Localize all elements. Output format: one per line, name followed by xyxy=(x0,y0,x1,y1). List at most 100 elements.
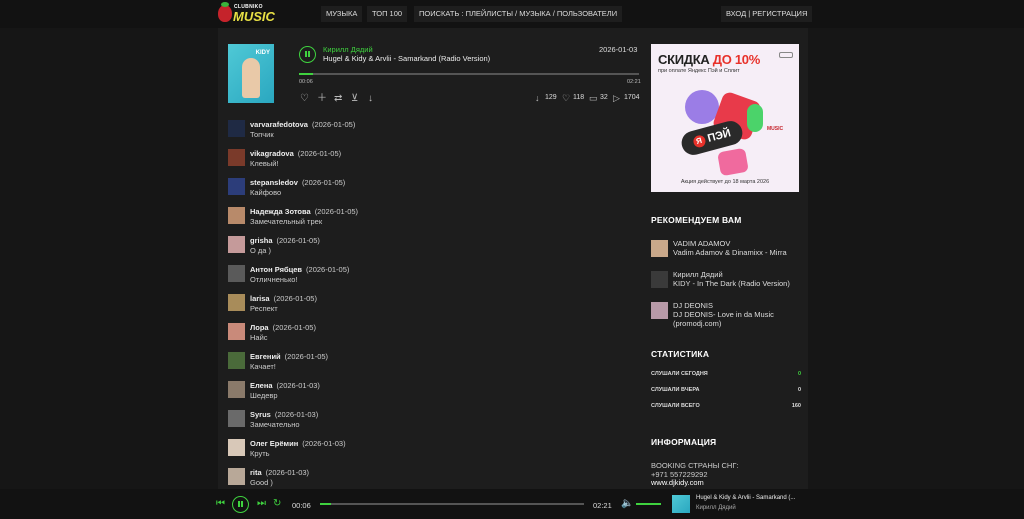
info-booking: BOOKING СТРАНЫ СНГ: xyxy=(651,461,739,470)
site-logo[interactable]: CLUBNIKO MUSIC xyxy=(218,2,275,24)
recommend-track[interactable]: DJ DEONIS- Love in da Music (promodj.com… xyxy=(673,310,798,328)
recommend-thumbnail[interactable] xyxy=(651,271,668,288)
comment-user[interactable]: Надежда Зотова xyxy=(250,207,311,216)
recommend-thumbnail[interactable] xyxy=(651,240,668,257)
user-avatar[interactable] xyxy=(228,439,245,456)
comment-user[interactable]: Елена xyxy=(250,381,273,390)
track-pause-button[interactable] xyxy=(299,46,316,63)
comment-user[interactable]: stepansledov xyxy=(250,178,298,187)
comment-author[interactable]: Syrus (2026-01-03) xyxy=(250,410,318,419)
player-artist: Кирилл Дядий xyxy=(696,505,736,511)
user-avatar[interactable] xyxy=(228,294,245,311)
plus-icon[interactable]: ＋ xyxy=(317,94,327,104)
heart-icon[interactable]: ♡ xyxy=(300,94,309,104)
recommend-artist[interactable]: Кирилл Дядий xyxy=(673,270,798,279)
player-pause-button[interactable] xyxy=(232,496,249,513)
comment-item: rita (2026-01-03) Good ) xyxy=(228,468,608,490)
comment-author[interactable]: vikagradova (2026-01-05) xyxy=(250,149,341,158)
comment-user[interactable]: Евгений xyxy=(250,352,281,361)
comment-date: (2026-01-05) xyxy=(301,178,346,187)
cart-icon[interactable]: ⊻ xyxy=(351,94,358,104)
user-avatar[interactable] xyxy=(228,381,245,398)
user-avatar[interactable] xyxy=(228,120,245,137)
repeat-icon[interactable]: ↻ xyxy=(273,499,281,509)
strawberry-icon xyxy=(218,2,232,22)
repost-icon[interactable]: ⇄ xyxy=(334,94,342,104)
comment-author[interactable]: Елена (2026-01-03) xyxy=(250,381,320,390)
comment-author[interactable]: Евгений (2026-01-05) xyxy=(250,352,328,361)
user-avatar[interactable] xyxy=(228,178,245,195)
recommend-track[interactable]: Vadim Adamov & Dinamixx - Mirra xyxy=(673,248,798,257)
download-icon[interactable]: ↓ xyxy=(368,94,373,104)
comment-author[interactable]: rita (2026-01-03) xyxy=(250,468,309,477)
comment-date: (2026-01-05) xyxy=(311,120,356,129)
comments-count-icon: ▭ xyxy=(589,93,598,103)
comment-author[interactable]: Олег Ерёмин (2026-01-03) xyxy=(250,439,346,448)
comment-user[interactable]: Олег Ерёмин xyxy=(250,439,298,448)
comment-user[interactable]: Лора xyxy=(250,323,269,332)
nav-top100[interactable]: ТОП 100 xyxy=(367,6,408,22)
nav-music[interactable]: МУЗЫКА xyxy=(321,6,363,22)
next-icon[interactable]: ⏭ xyxy=(257,499,266,509)
info-website[interactable]: www.djkidy.com xyxy=(651,478,704,487)
comment-author[interactable]: Лора (2026-01-05) xyxy=(250,323,316,332)
comment-item: larisa (2026-01-05) Респект xyxy=(228,294,608,316)
user-avatar[interactable] xyxy=(228,236,245,253)
comment-text: Замечательно xyxy=(250,420,300,429)
comment-item: grisha (2026-01-05) О да ) xyxy=(228,236,608,258)
comment-author[interactable]: grisha (2026-01-05) xyxy=(250,236,320,245)
likes-count: 118 xyxy=(573,94,585,101)
player-title: Hugel & Kidy & Arvlii - Samarkand (... xyxy=(696,495,796,501)
comment-author[interactable]: Надежда Зотова (2026-01-05) xyxy=(250,207,358,216)
comment-author[interactable]: larisa (2026-01-05) xyxy=(250,294,317,303)
plays-count-icon: ▷ xyxy=(613,93,620,103)
cover-text: KIDY xyxy=(255,50,270,56)
track-artist[interactable]: Кирилл Дядий xyxy=(323,45,373,54)
comment-user[interactable]: vikagradova xyxy=(250,149,294,158)
user-avatar[interactable] xyxy=(228,323,245,340)
recommend-artist[interactable]: DJ DEONIS xyxy=(673,301,798,310)
comment-user[interactable]: Syrus xyxy=(250,410,271,419)
comment-user[interactable]: Антон Рябцев xyxy=(250,265,302,274)
recommend-thumbnail[interactable] xyxy=(651,302,668,319)
comment-author[interactable]: Антон Рябцев (2026-01-05) xyxy=(250,265,349,274)
comment-date: (2026-01-05) xyxy=(314,207,359,216)
comment-text: Good ) xyxy=(250,478,273,487)
previous-icon[interactable]: ⏮ xyxy=(216,499,225,509)
recommend-track[interactable]: KIDY - In The Dark (Radio Version) xyxy=(673,279,798,288)
statistics-row: СЛУШАЛИ СЕГОДНЯ 0 xyxy=(651,371,801,377)
downloads-count-icon: ↓ xyxy=(535,93,540,103)
comment-author[interactable]: stepansledov (2026-01-05) xyxy=(250,178,345,187)
comment-item: Лора (2026-01-05) Найс xyxy=(228,323,608,345)
user-avatar[interactable] xyxy=(228,265,245,282)
comment-author[interactable]: varvarafedotova (2026-01-05) xyxy=(250,120,355,129)
comment-text: Кайфово xyxy=(250,188,282,197)
statistics-value: 160 xyxy=(791,403,801,409)
statistics-row: СЛУШАЛИ ВЧЕРА 0 xyxy=(651,387,801,393)
player-progress-bar[interactable] xyxy=(320,503,584,505)
ad-badge xyxy=(779,52,793,58)
user-avatar[interactable] xyxy=(228,207,245,224)
comment-user[interactable]: larisa xyxy=(250,294,270,303)
user-avatar[interactable] xyxy=(228,468,245,485)
logo-text-main: MUSIC xyxy=(233,9,275,24)
track-progress-bar[interactable] xyxy=(299,73,639,75)
recommend-artist[interactable]: VADIM ADAMOV xyxy=(673,239,798,248)
nav-auth[interactable]: ВХОД | РЕГИСТРАЦИЯ xyxy=(721,6,813,22)
comment-user[interactable]: grisha xyxy=(250,236,273,245)
volume-slider[interactable] xyxy=(636,503,661,505)
user-avatar[interactable] xyxy=(228,352,245,369)
comment-text: Топчик xyxy=(250,130,274,139)
comment-user[interactable]: rita xyxy=(250,468,262,477)
ad-headline-b: ДО 10% xyxy=(712,52,761,67)
ad-banner[interactable]: СКИДКА ДО 10% при оплате Яндекс Пэй и Сп… xyxy=(651,44,799,192)
comment-user[interactable]: varvarafedotova xyxy=(250,120,308,129)
user-avatar[interactable] xyxy=(228,149,245,166)
nav-search[interactable]: ПОИСКАТЬ : ПЛЕЙЛИСТЫ / МУЗЫКА / ПОЛЬЗОВА… xyxy=(414,6,623,22)
comment-item: Олег Ерёмин (2026-01-03) Круть xyxy=(228,439,608,461)
player-time-current: 00:06 xyxy=(292,501,311,510)
user-avatar[interactable] xyxy=(228,410,245,427)
cover-person xyxy=(242,58,260,98)
volume-icon[interactable]: 🔈 xyxy=(621,499,633,509)
ad-green-shape xyxy=(747,104,763,132)
